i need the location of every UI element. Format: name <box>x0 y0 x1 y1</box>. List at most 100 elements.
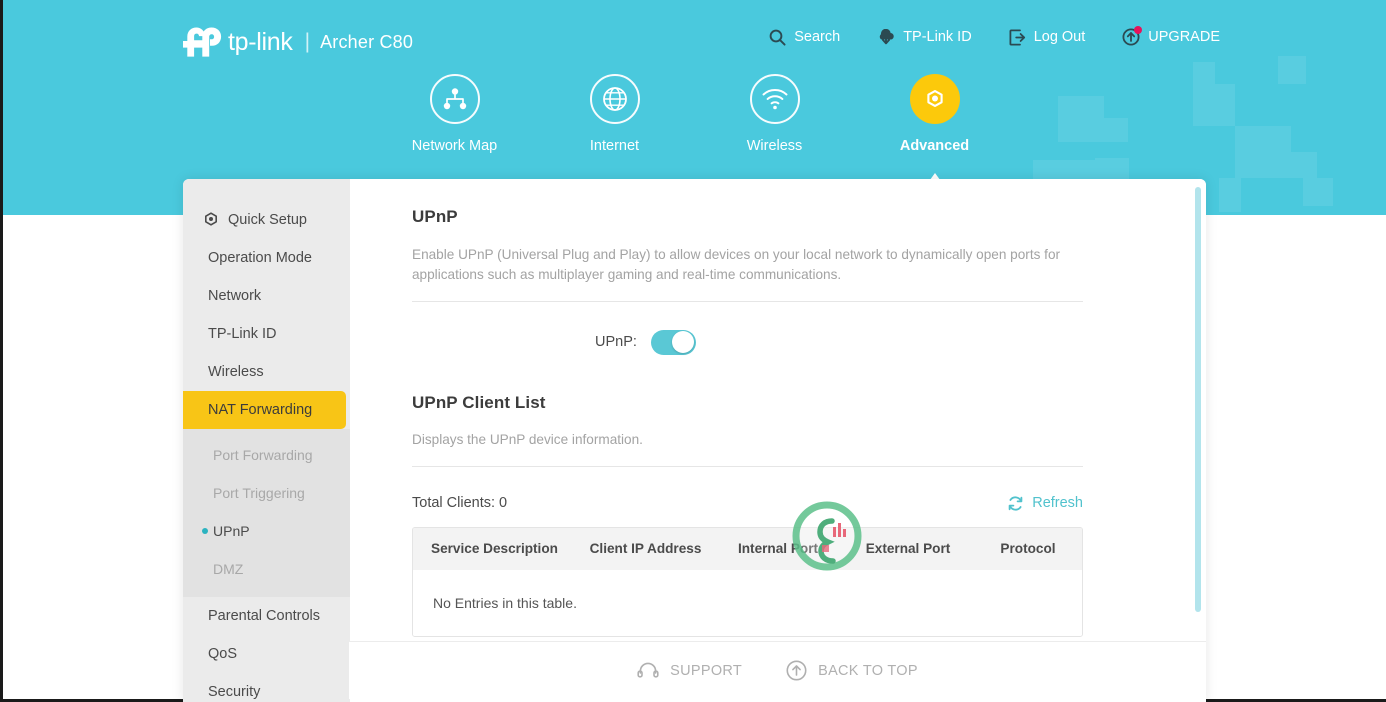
sidebar: Quick Setup Operation Mode Network TP-Li… <box>183 179 350 702</box>
sidebar-item-wireless[interactable]: Wireless <box>183 353 350 391</box>
tab-network-map-circle <box>429 74 480 124</box>
refresh-button[interactable]: Refresh <box>1007 495 1083 512</box>
sidebar-subitem-upnp[interactable]: UPnP <box>183 512 350 550</box>
client-list-title: UPnP Client List <box>412 392 546 412</box>
headset-icon <box>637 662 659 678</box>
section-divider <box>412 300 1083 302</box>
sidebar-item-nat-forwarding[interactable]: NAT Forwarding <box>183 391 346 429</box>
upgrade-button[interactable]: UPGRADE <box>1122 26 1220 46</box>
tab-wireless[interactable]: Wireless <box>695 74 855 154</box>
sidebar-item-quick-setup[interactable]: Quick Setup <box>183 201 350 239</box>
main-tabs: Network Map Internet Wireless Advanced <box>3 74 1386 195</box>
tplink-id-label: TP-Link ID <box>903 29 972 45</box>
tab-internet-circle <box>589 74 640 124</box>
tab-network-map[interactable]: Network Map <box>375 74 535 154</box>
column-header-external-port: External Port <box>865 541 951 557</box>
tab-advanced-circle <box>909 74 960 124</box>
search-label: Search <box>794 29 841 45</box>
table-empty-row: No Entries in this table. <box>413 569 1082 636</box>
upgrade-label: UPGRADE <box>1148 29 1220 45</box>
wifi-icon <box>762 89 787 110</box>
sidebar-item-operation-mode[interactable]: Operation Mode <box>183 239 350 277</box>
support-button[interactable]: SUPPORT <box>637 662 742 680</box>
upnp-client-table: Service Description Client IP Address In… <box>412 526 1083 637</box>
tp-link-logo-icon <box>183 27 222 57</box>
sidebar-item-tp-link-id[interactable]: TP-Link ID <box>183 315 350 353</box>
support-label: SUPPORT <box>670 662 743 679</box>
upnp-toggle-knob <box>672 331 695 354</box>
sidebar-item-label: Parental Controls <box>208 608 321 624</box>
table-header-row: Service Description Client IP Address In… <box>413 527 1082 570</box>
main-panel: Quick Setup Operation Mode Network TP-Li… <box>183 179 1206 702</box>
logout-icon <box>1009 29 1025 45</box>
tab-advanced[interactable]: Advanced <box>855 74 1015 195</box>
column-header-client-ip-address: Client IP Address <box>589 541 702 557</box>
sidebar-item-label: NAT Forwarding <box>208 402 313 418</box>
content-scrollbar-track[interactable] <box>1195 187 1201 627</box>
tab-wireless-circle <box>749 74 800 124</box>
tplink-id-button[interactable]: TP-Link ID <box>877 28 972 46</box>
model-name: Archer C80 <box>320 31 414 52</box>
refresh-label: Refresh <box>1032 495 1083 512</box>
sidebar-item-qos[interactable]: QoS <box>183 635 350 673</box>
client-list-description: Displays the UPnP device information. <box>412 431 643 447</box>
column-header-protocol: Protocol <box>1000 541 1056 557</box>
sidebar-item-network[interactable]: Network <box>183 277 350 315</box>
brand-divider: | <box>304 30 311 53</box>
globe-icon <box>602 87 627 111</box>
sidebar-subitem-label: Port Forwarding <box>213 447 313 463</box>
network-map-icon <box>443 88 466 110</box>
content-scrollbar-thumb[interactable] <box>1195 187 1201 612</box>
sidebar-item-parental-controls[interactable]: Parental Controls <box>183 597 350 635</box>
tab-advanced-label: Advanced <box>899 138 970 154</box>
upnp-description: Enable UPnP (Universal Plug and Play) to… <box>412 247 1061 282</box>
upnp-toggle-row: UPnP: <box>412 329 1118 355</box>
sidebar-subitem-dmz[interactable]: DMZ <box>183 550 350 588</box>
arrow-up-circle-icon <box>786 660 807 681</box>
brand-name: tp-link <box>228 27 293 56</box>
tplink-id-icon <box>879 28 894 44</box>
sidebar-subitem-label: DMZ <box>213 561 244 577</box>
sidebar-subitem-label: UPnP <box>213 523 250 539</box>
sidebar-item-label: Security <box>208 684 261 700</box>
tab-internet-label: Internet <box>589 138 640 154</box>
sidebar-item-label: Quick Setup <box>228 212 307 228</box>
column-header-internal-port: Internal Port <box>737 541 819 557</box>
upnp-toggle-label: UPnP: <box>595 334 637 351</box>
panel-footer: SUPPORT BACK TO TOP <box>349 641 1206 699</box>
tab-wireless-label: Wireless <box>746 138 803 154</box>
active-bullet-icon <box>202 528 208 534</box>
table-empty-message: No Entries in this table. <box>433 594 577 611</box>
logout-button[interactable]: Log Out <box>1009 29 1086 46</box>
gear-icon <box>205 212 217 226</box>
gear-icon <box>926 90 943 107</box>
sidebar-subitem-label: Port Triggering <box>213 485 305 501</box>
upnp-section-title: UPnP <box>412 207 458 226</box>
back-to-top-label: BACK TO TOP <box>818 662 918 679</box>
sidebar-item-label: TP-Link ID <box>208 326 277 342</box>
tab-network-map-label: Network Map <box>411 138 498 154</box>
upnp-toggle-switch[interactable] <box>650 329 696 355</box>
total-clients-label: Total Clients: 0 <box>412 495 508 512</box>
sidebar-item-label: Network <box>208 288 262 304</box>
sidebar-item-label: Wireless <box>208 364 264 380</box>
client-list-divider <box>412 465 1083 467</box>
clients-summary-row: Total Clients: 0 Refresh <box>412 495 1083 512</box>
logout-label: Log Out <box>1033 29 1086 45</box>
back-to-top-button[interactable]: BACK TO TOP <box>786 660 918 681</box>
tab-internet[interactable]: Internet <box>535 74 695 154</box>
upgrade-badge-dot <box>1134 26 1143 34</box>
sidebar-item-label: Operation Mode <box>208 250 312 266</box>
search-icon <box>769 29 786 46</box>
utility-nav: Search TP-Link ID Log Out UPGRADE <box>769 26 1220 46</box>
sidebar-subitem-port-forwarding[interactable]: Port Forwarding <box>183 436 350 474</box>
refresh-icon <box>1008 495 1023 511</box>
sidebar-item-security[interactable]: Security <box>183 673 350 702</box>
sidebar-subitem-port-triggering[interactable]: Port Triggering <box>183 474 350 512</box>
search-button[interactable]: Search <box>769 29 840 46</box>
column-header-service-description: Service Description <box>431 541 558 557</box>
sidebar-item-label: QoS <box>208 646 238 662</box>
content-area: UPnP Enable UPnP (Universal Plug and Pla… <box>350 179 1206 702</box>
brand: tp-link | Archer C80 <box>181 24 413 60</box>
sidebar-submenu-nat-forwarding: Port Forwarding Port Triggering UPnP DMZ <box>183 429 350 597</box>
